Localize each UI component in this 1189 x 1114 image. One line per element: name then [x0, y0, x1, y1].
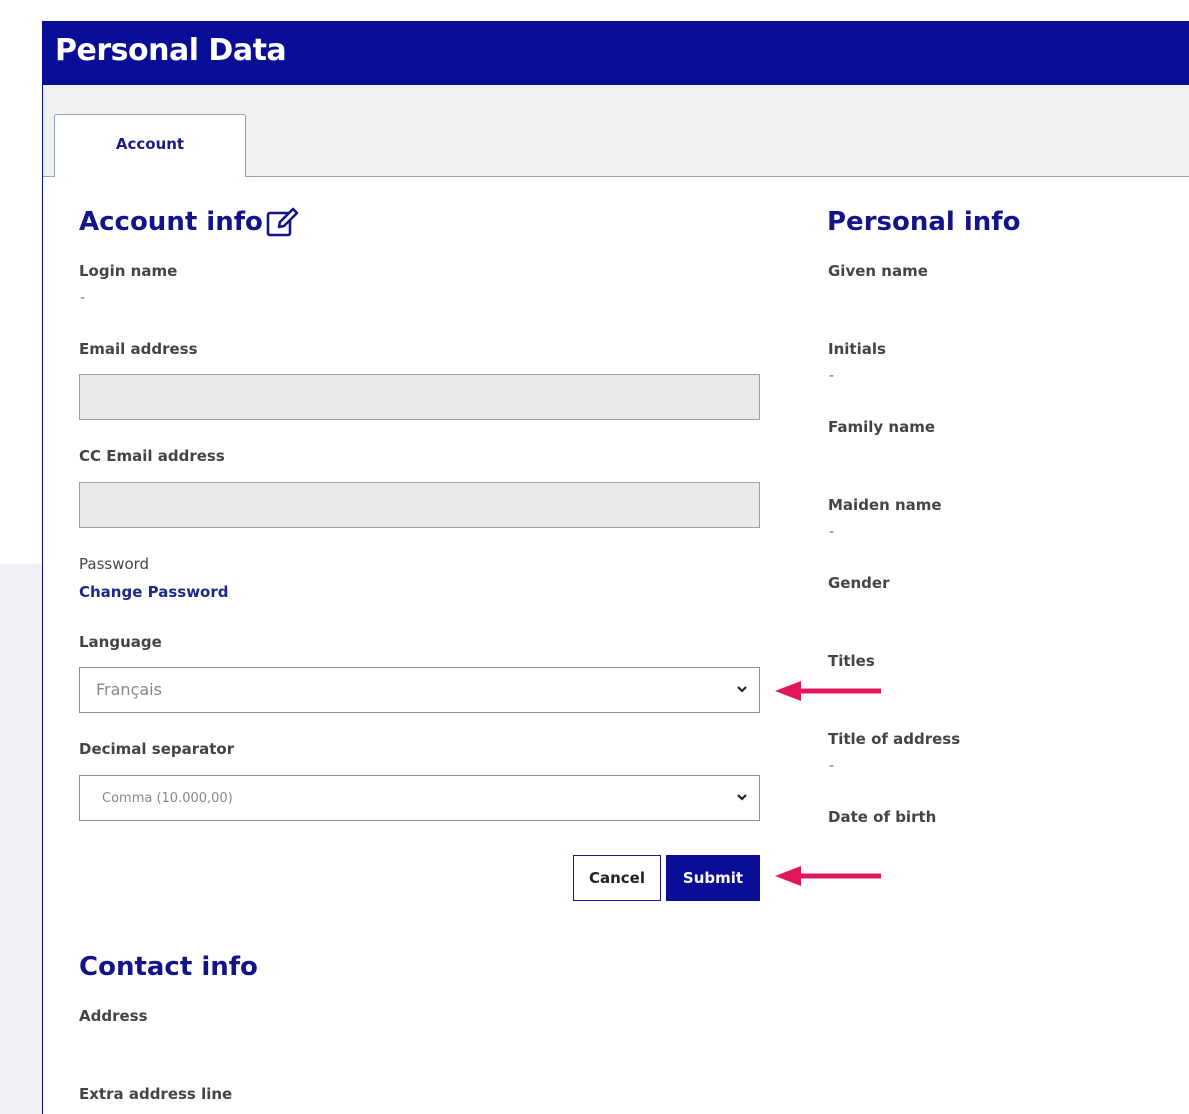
left-side-panel: [0, 564, 42, 1114]
chevron-down-icon: [737, 686, 747, 693]
decimal-separator-select[interactable]: Comma (10.000,00): [79, 775, 760, 821]
cancel-button[interactable]: Cancel: [573, 855, 661, 901]
edit-icon[interactable]: [266, 207, 300, 237]
decimal-separator-selected-value: Comma (10.000,00): [102, 791, 233, 806]
chevron-down-icon: [737, 794, 747, 801]
title-of-address-value: -: [829, 758, 835, 774]
personal-info-heading: Personal info: [827, 207, 1021, 237]
gender-label: Gender: [828, 574, 890, 592]
decimal-separator-label: Decimal separator: [79, 740, 235, 758]
address-label: Address: [79, 1007, 148, 1025]
language-select[interactable]: Français: [79, 667, 760, 713]
extra-address-line-label: Extra address line: [79, 1085, 233, 1103]
page-header: Personal Data: [43, 21, 1189, 85]
change-password-link[interactable]: Change Password: [79, 583, 229, 601]
login-name-value: -: [80, 290, 86, 306]
arrow-left-icon: [775, 681, 881, 701]
account-info-heading: Account info: [79, 207, 263, 237]
contact-info-heading: Contact info: [79, 952, 258, 982]
arrow-left-icon: [775, 866, 881, 886]
title-of-address-label: Title of address: [828, 730, 961, 748]
submit-button[interactable]: Submit: [666, 855, 760, 901]
date-of-birth-label: Date of birth: [828, 808, 937, 826]
language-label: Language: [79, 633, 162, 651]
cc-email-field[interactable]: [79, 482, 760, 528]
page-title: Personal Data: [55, 33, 287, 68]
family-name-label: Family name: [828, 418, 936, 436]
tab-account[interactable]: Account: [54, 114, 246, 177]
maiden-name-value: -: [829, 524, 835, 540]
given-name-label: Given name: [828, 262, 928, 280]
email-field[interactable]: [79, 374, 760, 420]
login-name-label: Login name: [79, 262, 178, 280]
cc-email-address-label: CC Email address: [79, 447, 225, 465]
personal-data-window: Personal Data Account: [42, 21, 1189, 1114]
password-label: Password: [79, 555, 150, 573]
maiden-name-label: Maiden name: [828, 496, 942, 514]
tab-bar: Account: [43, 85, 1189, 177]
initials-value: -: [829, 368, 835, 384]
language-selected-value: Français: [96, 680, 162, 699]
titles-label: Titles: [828, 652, 875, 670]
initials-label: Initials: [828, 340, 886, 358]
email-address-label: Email address: [79, 340, 198, 358]
